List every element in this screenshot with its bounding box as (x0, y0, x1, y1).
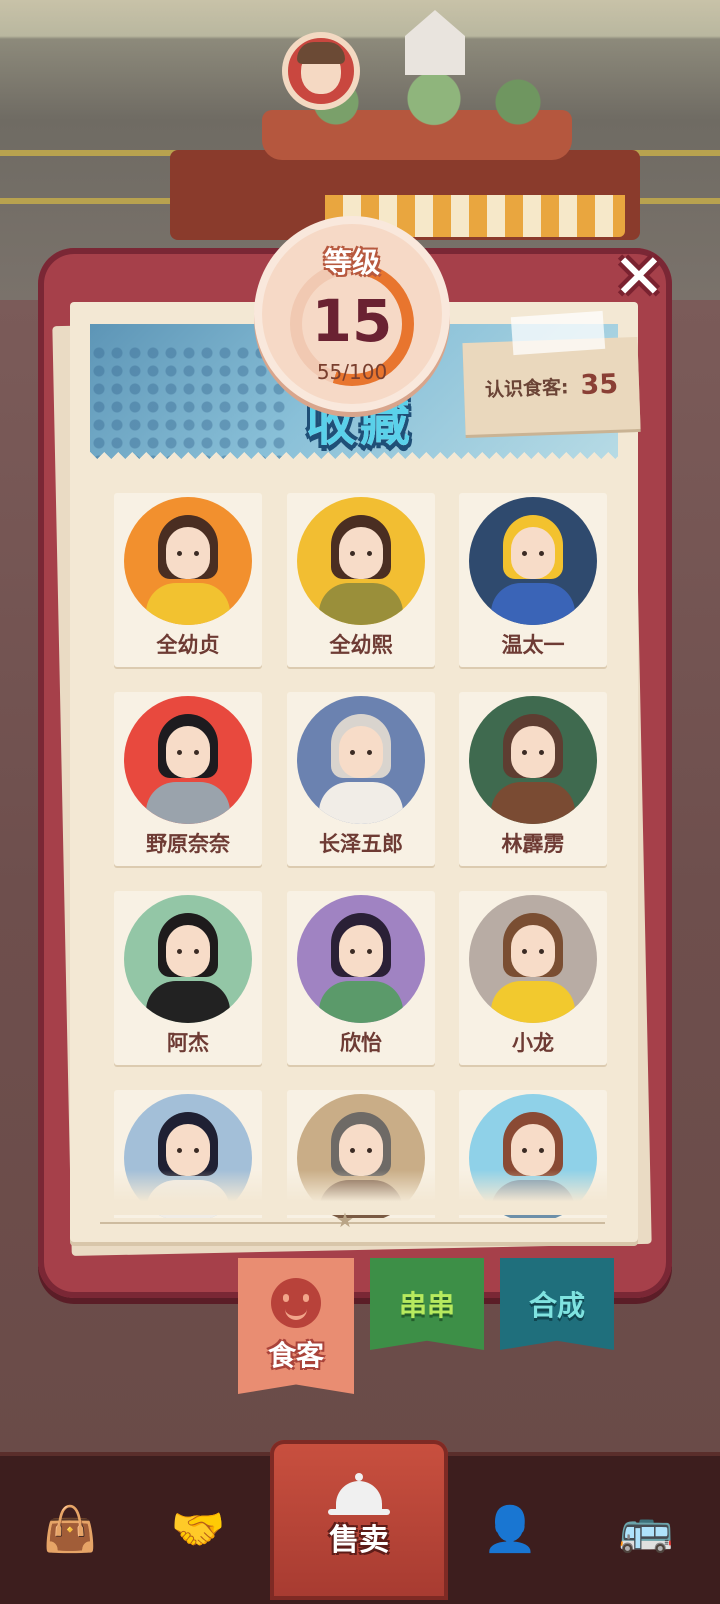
staff-icon: 👤 (482, 1504, 538, 1555)
tab-craft[interactable]: 合成 (500, 1258, 614, 1350)
bus-icon: 🚌 (618, 1504, 674, 1555)
customer-name: 全幼熙 (329, 633, 393, 657)
customer-name: 全幼贞 (156, 633, 220, 657)
customer-name: 长泽五郎 (319, 832, 403, 856)
customer-portrait (297, 895, 425, 1023)
tab-skewers-label: 串串 (398, 1289, 455, 1322)
level-label: 等级 (323, 246, 380, 279)
customer-grid[interactable]: 全幼贞 全幼熙 温太一野原奈奈 长泽五郎 林霹雳阿杰 欣怡 小龙 (114, 493, 614, 1218)
nav-bag[interactable]: 👜 (0, 1456, 140, 1604)
customer-name: 阿杰 (167, 1031, 209, 1055)
tab-skewers[interactable]: 串串 (370, 1258, 484, 1350)
nav-sell-label: 售卖 (329, 1523, 389, 1558)
customer-portrait (124, 497, 252, 625)
customer-card[interactable]: 林霹雳 (459, 692, 607, 866)
known-customers-count: 35 (579, 368, 619, 401)
customer-name: 欣怡 (340, 1031, 382, 1055)
known-customers-label: 认识食客: (484, 375, 569, 401)
nav-staff[interactable]: 👤 (440, 1456, 580, 1604)
smile-icon (271, 1278, 321, 1328)
grid-fade (90, 1170, 630, 1215)
customer-name: 野原奈奈 (146, 832, 230, 856)
customer-card[interactable]: 长泽五郎 (287, 692, 435, 866)
customer-portrait (469, 497, 597, 625)
bag-icon: 👜 (42, 1504, 98, 1555)
close-button[interactable]: ✕ (606, 244, 672, 310)
customer-portrait (469, 696, 597, 824)
service-bell-icon (328, 1473, 390, 1515)
nav-bus[interactable]: 🚌 (576, 1456, 716, 1604)
customer-card[interactable]: 全幼熙 (287, 493, 435, 667)
level-number: 15 (311, 287, 393, 355)
nav-trade[interactable]: 🤝 (128, 1456, 268, 1604)
tab-customers[interactable]: 食客 (238, 1258, 354, 1394)
customer-card[interactable]: 温太一 (459, 493, 607, 667)
tab-customers-label: 食客 (267, 1339, 324, 1372)
customer-portrait (469, 895, 597, 1023)
customer-portrait (297, 497, 425, 625)
handshake-icon: 🤝 (170, 1504, 226, 1555)
customer-portrait (124, 895, 252, 1023)
customer-portrait (297, 696, 425, 824)
customer-name: 小龙 (512, 1031, 554, 1055)
star-icon: ★ (336, 1208, 354, 1232)
level-exp: 55/100 (316, 360, 388, 384)
customer-card[interactable]: 野原奈奈 (114, 692, 262, 866)
customer-card[interactable]: 阿杰 (114, 891, 262, 1065)
chef-avatar[interactable] (282, 32, 360, 110)
customer-card[interactable]: 全幼贞 (114, 493, 262, 667)
nav-sell[interactable]: 售卖 (270, 1440, 448, 1600)
customer-portrait (124, 696, 252, 824)
tape-decoration (510, 310, 606, 356)
customer-name: 温太一 (501, 633, 565, 657)
tab-craft-label: 合成 (528, 1289, 585, 1322)
customer-card[interactable]: 小龙 (459, 891, 607, 1065)
customer-card[interactable]: 欣怡 (287, 891, 435, 1065)
customer-name: 林霹雳 (501, 832, 565, 856)
